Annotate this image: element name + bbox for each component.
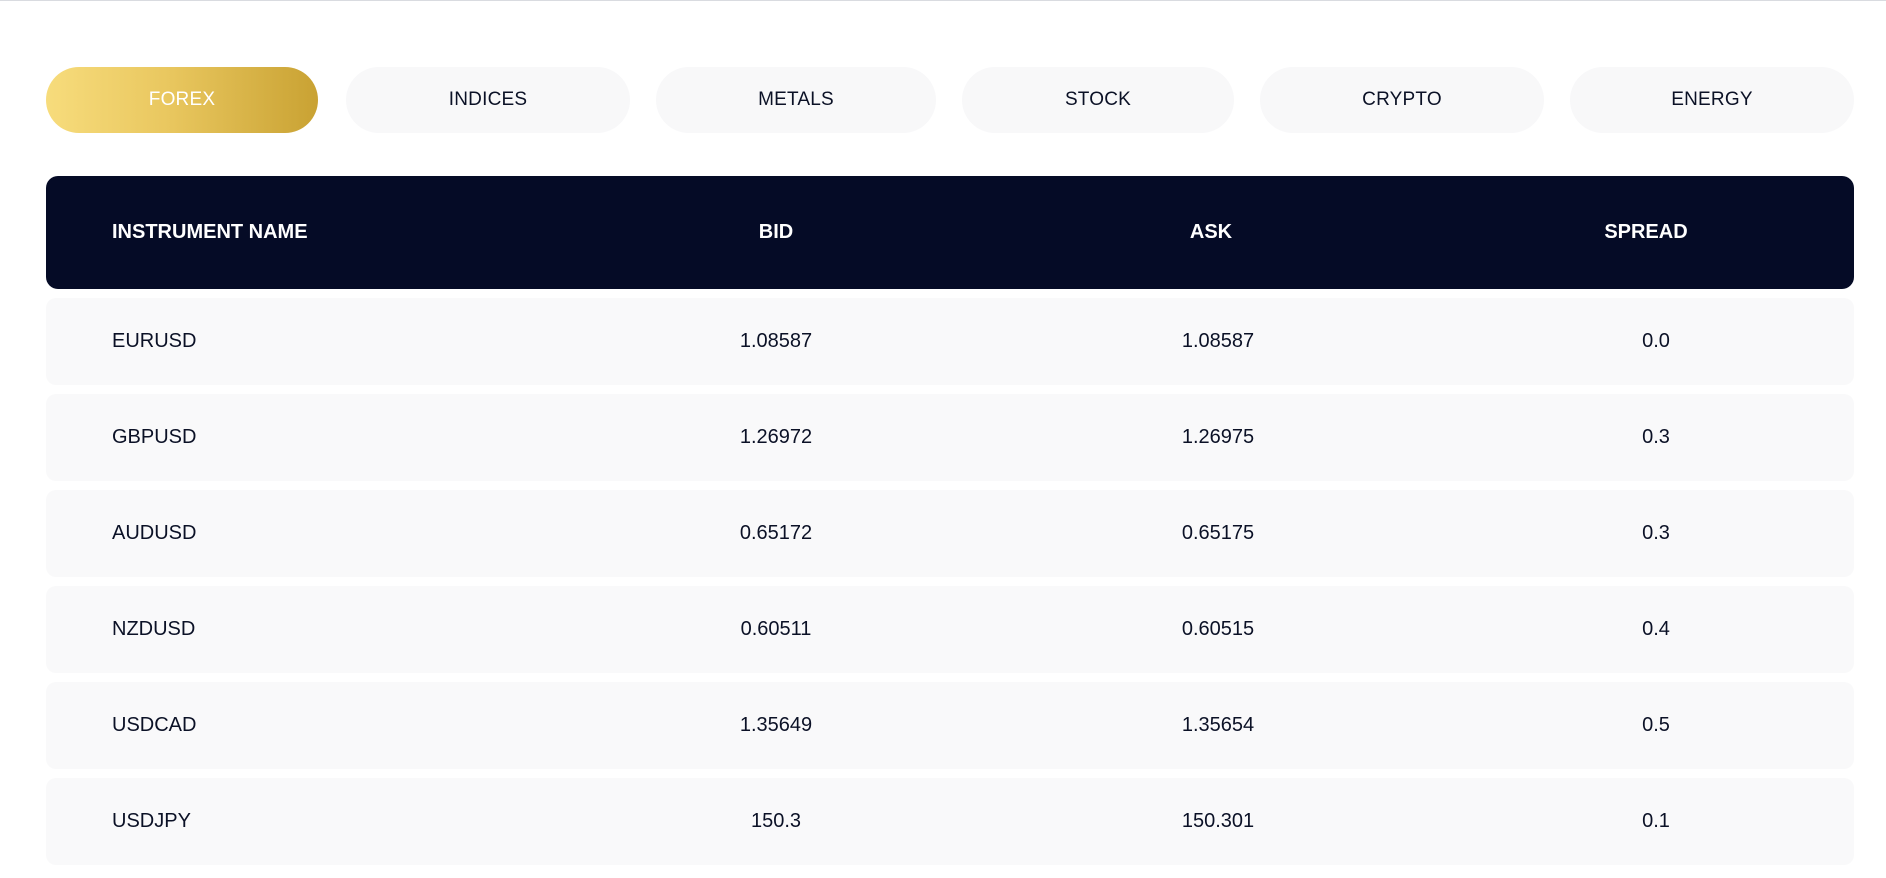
tab-indices[interactable]: INDICES: [346, 67, 630, 133]
tab-crypto[interactable]: CRYPTO: [1260, 67, 1544, 133]
spread-value: 0.0: [1642, 330, 1670, 352]
tab-forex[interactable]: FOREX: [46, 67, 318, 133]
tab-energy[interactable]: ENERGY: [1570, 67, 1854, 133]
table-row: EURUSD 1.08587 1.08587 0.0: [46, 298, 1854, 385]
spread-value: 0.3: [1642, 426, 1670, 448]
instrument-name: USDJPY: [112, 810, 191, 832]
spread-value: 0.5: [1642, 714, 1670, 736]
table-row: GBPUSD 1.26972 1.26975 0.3: [46, 394, 1854, 481]
table-row: USDCAD 1.35649 1.35654 0.5: [46, 682, 1854, 769]
header-spread: SPREAD: [1604, 221, 1688, 243]
instrument-name: EURUSD: [112, 330, 197, 352]
tab-stock[interactable]: STOCK: [962, 67, 1234, 133]
spread-value: 0.3: [1642, 522, 1670, 544]
table-row: AUDUSD 0.65172 0.65175 0.3: [46, 490, 1854, 577]
top-divider: [0, 0, 1886, 1]
tab-metals[interactable]: METALS: [656, 67, 936, 133]
table-row: NZDUSD 0.60511 0.60515 0.4: [46, 586, 1854, 673]
instrument-name: USDCAD: [112, 714, 197, 736]
instrument-name: NZDUSD: [112, 618, 196, 640]
instrument-name: GBPUSD: [112, 426, 197, 448]
table-header: INSTRUMENT NAME BID ASK SPREAD: [46, 176, 1854, 289]
spread-value: 0.4: [1642, 618, 1670, 640]
instrument-name: AUDUSD: [112, 522, 197, 544]
instrument-table: INSTRUMENT NAME BID ASK SPREAD EURUSD 1.…: [46, 176, 1854, 865]
spread-value: 0.1: [1642, 810, 1670, 832]
table-row: USDJPY 150.3 150.301 0.1: [46, 778, 1854, 865]
header-instrument-name: INSTRUMENT NAME: [112, 221, 308, 243]
market-category-tabs: FOREX INDICES METALS STOCK CRYPTO ENERGY: [46, 67, 1854, 133]
